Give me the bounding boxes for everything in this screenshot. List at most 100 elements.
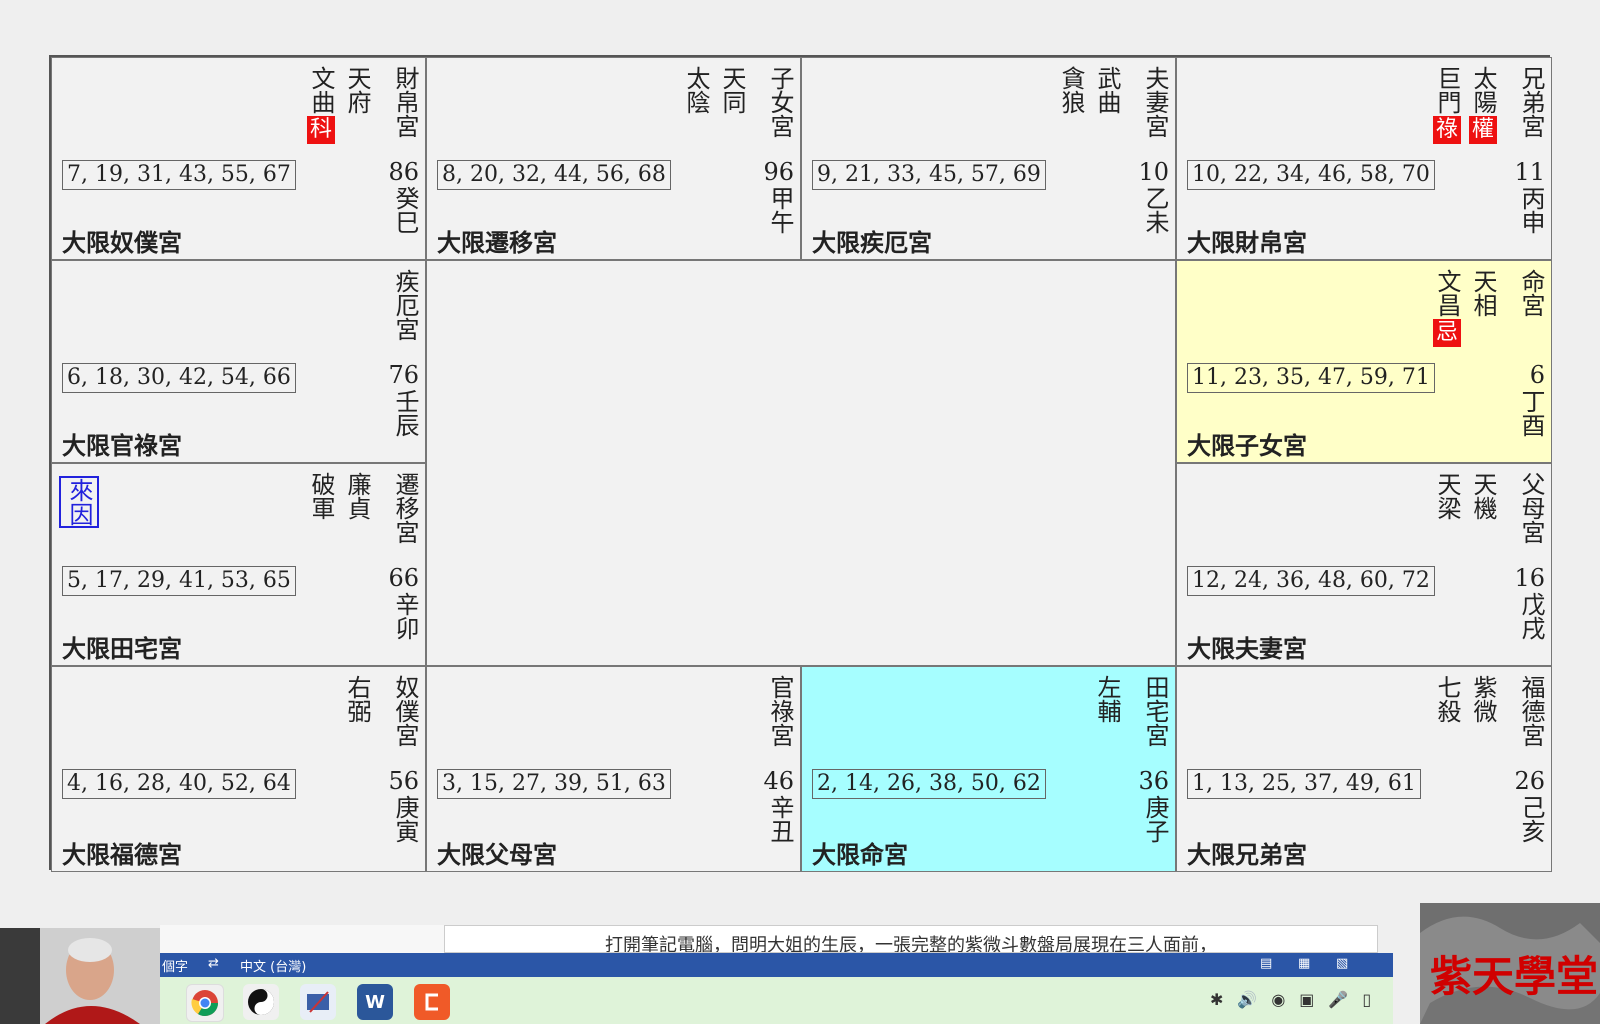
palace-wei[interactable]: 夫妻宮 武曲 貪狼 9, 21, 33, 45, 57, 69 10 乙未 大限疾厄宮 bbox=[801, 57, 1176, 260]
star-name: 貪狼 bbox=[1057, 66, 1085, 114]
chat-icon[interactable]: ▣ bbox=[1299, 990, 1314, 1009]
major-limit-start-age: 66 bbox=[388, 564, 419, 592]
minor-limit-ages: 5, 17, 29, 41, 53, 65 bbox=[62, 566, 296, 596]
star: 貪狼 bbox=[1057, 66, 1085, 114]
star-name: 太陽 bbox=[1469, 66, 1497, 114]
star-name: 天梁 bbox=[1433, 472, 1461, 520]
ziwei-chart-grid: 財帛宮 天府 文曲科 7, 19, 31, 43, 55, 67 86 癸巳 大限奴僕宮 子女… bbox=[49, 55, 1552, 872]
major-limit-start-age: 86 bbox=[388, 158, 419, 186]
palace-shen[interactable]: 兄弟宮 太陽權巨門祿 10, 22, 34, 46, 58, 70 11 丙申 大限財帛宮 bbox=[1176, 57, 1552, 260]
pen-tablet-icon[interactable] bbox=[300, 984, 336, 1020]
palace-xu[interactable]: 父母宮 天機 天梁 12, 24, 36, 48, 60, 72 16 戊戌大限夫妻宮 bbox=[1176, 463, 1552, 666]
palace-name: 父母宮 bbox=[1517, 472, 1545, 544]
ime-status-bar: 個字 ⇄ 中文 (台灣) ▤ ▦ ▧ bbox=[160, 953, 1393, 977]
palace-name: 夫妻宮 bbox=[1141, 66, 1169, 138]
minor-limit-ages: 12, 24, 36, 48, 60, 72 bbox=[1187, 566, 1435, 596]
decade-palace-label: 大限子女宮 bbox=[1187, 431, 1307, 460]
ime-icon[interactable]: ⇄ bbox=[208, 956, 219, 971]
palace-name: 奴僕宮 bbox=[391, 675, 419, 747]
language-label[interactable]: 中文 (台灣) bbox=[240, 956, 306, 975]
palace-si[interactable]: 財帛宮 天府 文曲科 7, 19, 31, 43, 55, 67 86 癸巳 大限奴僕宮 bbox=[51, 57, 426, 260]
palace-chen[interactable]: 疾厄宮 6, 18, 30, 42, 54, 66 76 壬辰 大限官祿宮 bbox=[51, 260, 426, 463]
minor-limit-ages: 11, 23, 35, 47, 59, 71 bbox=[1187, 363, 1435, 393]
star: 天相 bbox=[1469, 269, 1497, 347]
taiji-icon[interactable] bbox=[243, 984, 279, 1020]
read-mode-icon[interactable]: ▤ bbox=[1260, 956, 1272, 971]
star-group: 紫微 七殺 bbox=[1433, 675, 1497, 723]
stem-branch: 庚子 bbox=[1141, 795, 1169, 843]
palace-name: 命宮 bbox=[1517, 269, 1545, 317]
decade-palace-label: 大限夫妻宮 bbox=[1187, 634, 1307, 663]
ime-mode-label[interactable]: 個字 bbox=[162, 956, 188, 975]
star: 紫微 bbox=[1469, 675, 1497, 723]
microphone-icon[interactable]: 🎤 bbox=[1328, 990, 1348, 1009]
laiyin-marker: 來因 bbox=[59, 476, 99, 528]
star-name: 天相 bbox=[1469, 269, 1497, 317]
capcut-icon[interactable] bbox=[414, 984, 450, 1020]
decade-palace-label: 大限疾厄宮 bbox=[812, 228, 932, 257]
transform-badge: 權 bbox=[1469, 116, 1497, 144]
palace-yin[interactable]: 奴僕宮 右弼 4, 16, 28, 40, 52, 64 56 庚寅 大限福德宮 bbox=[51, 666, 426, 872]
star-name: 天府 bbox=[343, 66, 371, 114]
star: 廉貞 bbox=[343, 472, 371, 520]
volume-icon[interactable]: 🔊 bbox=[1237, 990, 1257, 1009]
star-group: 天同 太陰 bbox=[682, 66, 746, 114]
word-letter: W bbox=[365, 991, 385, 1013]
stem-branch: 癸巳 bbox=[391, 186, 419, 234]
minor-limit-ages: 2, 14, 26, 38, 50, 62 bbox=[812, 769, 1046, 799]
palace-zi[interactable]: 田宅宮 左輔 2, 14, 26, 38, 50, 62 36 庚子 大限命宮 bbox=[801, 666, 1176, 872]
star: 文曲科 bbox=[307, 66, 335, 144]
minor-limit-ages: 9, 21, 33, 45, 57, 69 bbox=[812, 160, 1046, 190]
minor-limit-ages: 6, 18, 30, 42, 54, 66 bbox=[62, 363, 296, 393]
star-name: 天機 bbox=[1469, 472, 1497, 520]
stem-branch: 己亥 bbox=[1517, 795, 1545, 843]
palace-name: 財帛宮 bbox=[391, 66, 419, 138]
stem-branch: 丙申 bbox=[1517, 186, 1545, 234]
print-layout-icon[interactable]: ▦ bbox=[1298, 956, 1310, 971]
major-limit-start-age: 16 bbox=[1514, 564, 1545, 592]
transform-badge: 科 bbox=[307, 116, 335, 144]
transform-badge: 忌 bbox=[1433, 319, 1461, 347]
palace-mao[interactable]: 遷移宮 廉貞 破軍 來因 5, 17, 29, 41, 53, 65 66 辛卯 大限田宅宮 bbox=[51, 463, 426, 666]
star: 天府 bbox=[343, 66, 371, 144]
star-group: 廉貞 破軍 bbox=[307, 472, 371, 520]
stem-branch: 壬辰 bbox=[391, 389, 419, 437]
star-name: 武曲 bbox=[1093, 66, 1121, 114]
decade-palace-label: 大限官祿宮 bbox=[62, 431, 182, 460]
decade-palace-label: 大限兄弟宮 bbox=[1187, 840, 1307, 869]
app-tray-icon[interactable]: ◉ bbox=[1271, 990, 1285, 1009]
star: 七殺 bbox=[1433, 675, 1461, 723]
network-icon[interactable]: ✱ bbox=[1210, 990, 1223, 1009]
palace-name: 官祿宮 bbox=[766, 675, 794, 747]
webcam-overlay bbox=[0, 928, 160, 1024]
star-name: 紫微 bbox=[1469, 675, 1497, 723]
star-name: 太陰 bbox=[682, 66, 710, 114]
major-limit-start-age: 26 bbox=[1514, 767, 1545, 795]
web-layout-icon[interactable]: ▧ bbox=[1336, 956, 1348, 971]
palace-hai[interactable]: 福德宮 紫微 七殺 1, 13, 25, 37, 49, 61 26 己亥 大限兄弟宮 bbox=[1176, 666, 1552, 872]
decade-palace-label: 大限福德宮 bbox=[62, 840, 182, 869]
minor-limit-ages: 7, 19, 31, 43, 55, 67 bbox=[62, 160, 296, 190]
star: 天同 bbox=[718, 66, 746, 114]
minor-limit-ages: 4, 16, 28, 40, 52, 64 bbox=[62, 769, 296, 799]
star-name: 左輔 bbox=[1093, 675, 1121, 723]
palace-wu[interactable]: 子女宮 天同 太陰 8, 20, 32, 44, 56, 68 96 甲午 大限遷移宮 bbox=[426, 57, 801, 260]
palace-you[interactable]: 命宮 天相 文昌忌 11, 23, 35, 47, 59, 71 6 丁酉 大限子女宮 bbox=[1176, 260, 1552, 463]
stem-branch: 戊戌 bbox=[1517, 592, 1545, 640]
chrome-icon[interactable] bbox=[186, 984, 224, 1022]
major-limit-start-age: 11 bbox=[1514, 158, 1545, 186]
major-limit-start-age: 96 bbox=[763, 158, 794, 186]
decade-palace-label: 大限命宮 bbox=[812, 840, 908, 869]
presenter-video bbox=[0, 928, 160, 1024]
watermark-text: 紫天學堂 bbox=[1430, 952, 1599, 1001]
stem-branch: 庚寅 bbox=[391, 795, 419, 843]
major-limit-start-age: 46 bbox=[763, 767, 794, 795]
palace-chou[interactable]: 官祿宮 3, 15, 27, 39, 51, 63 46 辛丑 大限父母宮 bbox=[426, 666, 801, 872]
star: 文昌忌 bbox=[1433, 269, 1461, 347]
star: 右弼 bbox=[343, 675, 371, 723]
word-icon[interactable]: W bbox=[357, 984, 393, 1020]
star: 太陰 bbox=[682, 66, 710, 114]
star-group: 天機 天梁 bbox=[1433, 472, 1497, 520]
usb-icon[interactable]: ▯ bbox=[1362, 990, 1371, 1009]
minor-limit-ages: 8, 20, 32, 44, 56, 68 bbox=[437, 160, 671, 190]
